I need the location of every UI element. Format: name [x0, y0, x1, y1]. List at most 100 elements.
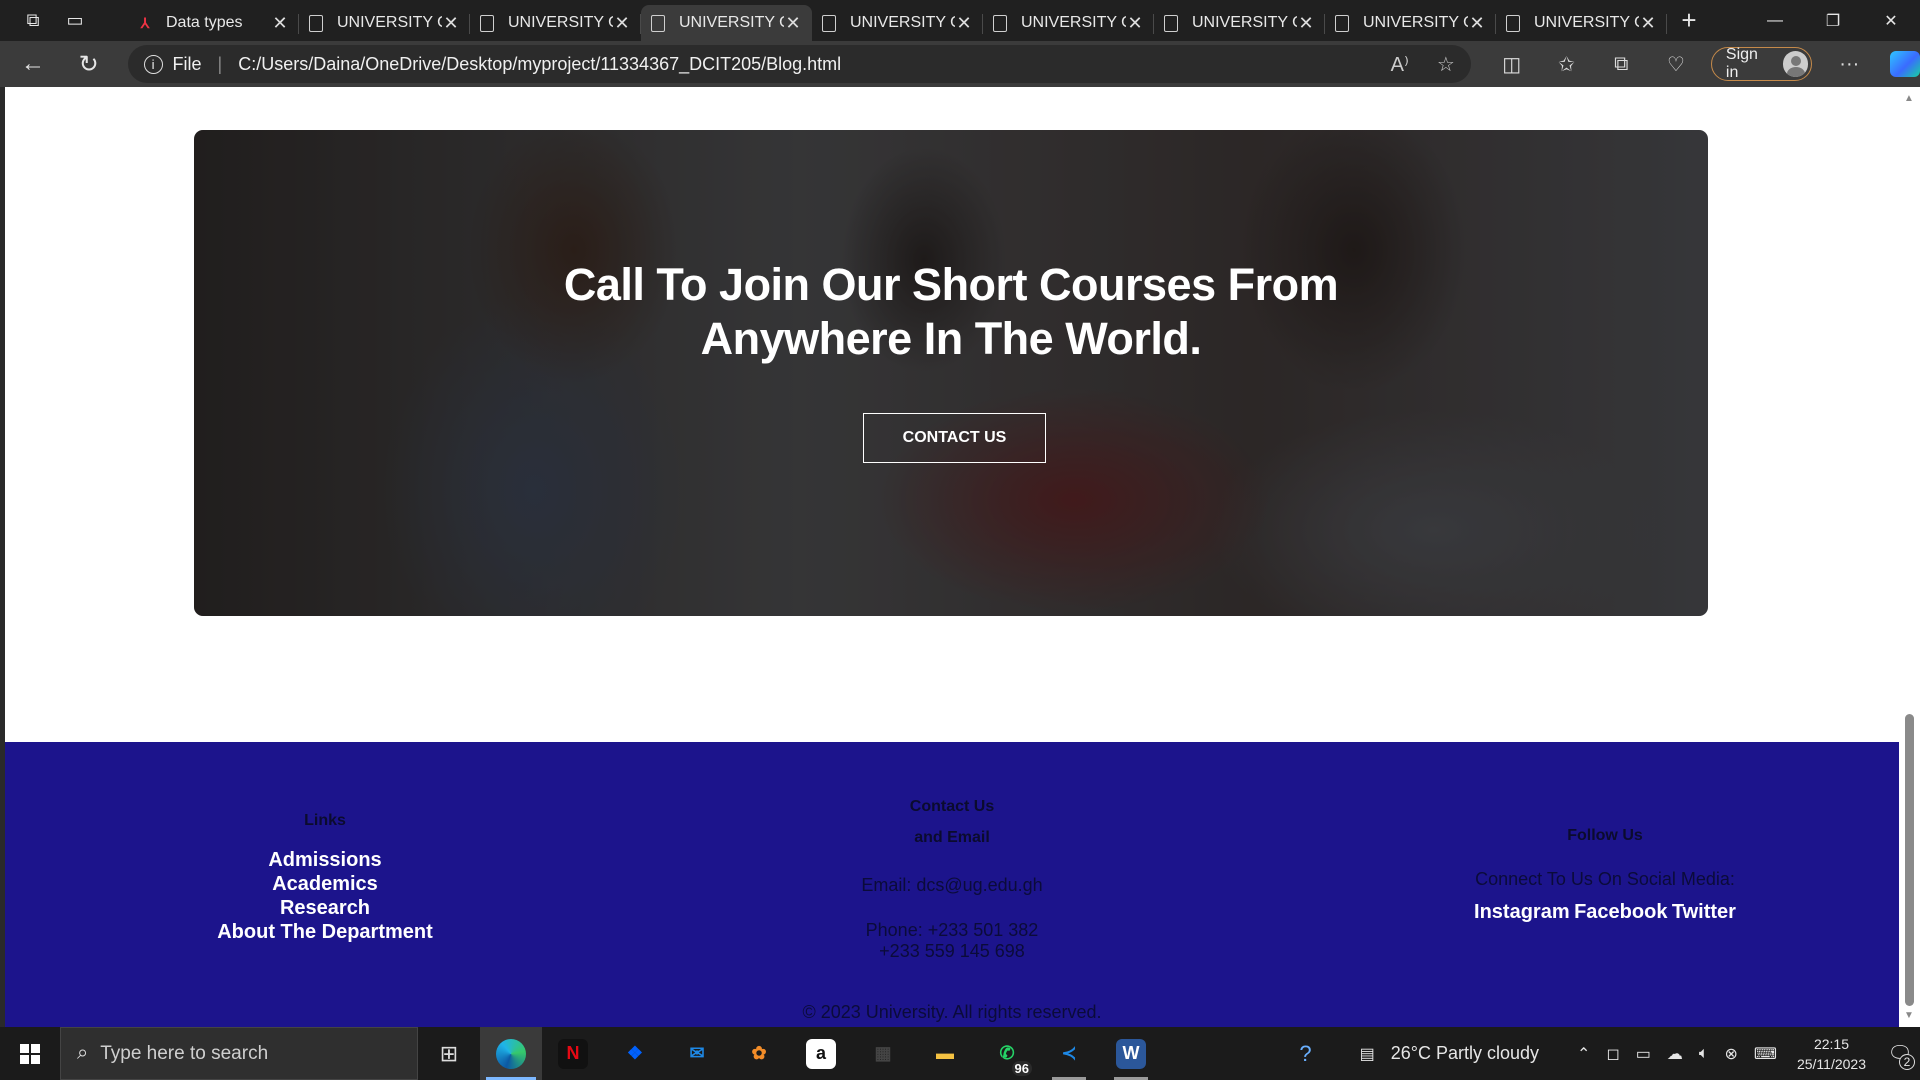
url-text[interactable]: C:/Users/Daina/OneDrive/Desktop/myprojec…: [238, 54, 1362, 75]
minimize-button[interactable]: —: [1746, 0, 1804, 41]
browser-essentials-icon[interactable]: ♡: [1653, 41, 1699, 87]
copilot-icon[interactable]: [1890, 51, 1920, 77]
word-icon: W: [1116, 1038, 1146, 1069]
more-menu-icon[interactable]: ···: [1826, 41, 1872, 87]
contact-us-button[interactable]: CONTACT US: [863, 413, 1046, 463]
browser-tab[interactable]: UNIVERSITY OF✕: [299, 5, 470, 41]
footer-link-admissions[interactable]: Admissions: [185, 848, 465, 872]
amazon-icon: a: [806, 1038, 836, 1069]
contact-phone-1: Phone: +233 501 382: [865, 920, 1039, 940]
clock-date: 25/11/2023: [1796, 1055, 1866, 1072]
browser-tab[interactable]: UNIVERSITY OF✕: [641, 5, 812, 41]
taskbar-app-dropbox[interactable]: ❖: [604, 1027, 666, 1080]
new-tab-button[interactable]: +: [1667, 3, 1711, 39]
clock[interactable]: 22:15 25/11/2023: [1797, 1034, 1866, 1074]
start-button[interactable]: [0, 1027, 60, 1080]
taskbar-app-netflix[interactable]: N: [542, 1027, 604, 1080]
address-bar[interactable]: i File | C:/Users/Daina/OneDrive/Desktop…: [127, 45, 1471, 83]
info-icon[interactable]: i: [143, 54, 163, 74]
scrollbar-thumb[interactable]: [1905, 714, 1914, 1006]
tab-title: UNIVERSITY OF: [1021, 14, 1126, 31]
page-icon: [822, 14, 836, 32]
back-button[interactable]: ←: [10, 41, 56, 87]
browser-tab[interactable]: ⅄ Data types ✕: [128, 5, 299, 41]
show-hidden-icons-icon[interactable]: ⌃: [1577, 1044, 1590, 1064]
taskbar-app-mail[interactable]: ✉: [666, 1027, 728, 1080]
browser-tab[interactable]: UNIVERSITY OF✕: [1154, 5, 1325, 41]
footer-link-research[interactable]: Research: [185, 896, 465, 920]
page-scrollbar[interactable]: ▲ ▼: [1899, 87, 1920, 1027]
follow-heading: Follow Us: [1567, 827, 1643, 844]
notifications-icon[interactable]: 🗨︎ 2: [1880, 1041, 1920, 1070]
sign-in-button[interactable]: Sign in: [1710, 46, 1813, 81]
taskbar-app-file-explorer[interactable]: ▬: [914, 1027, 976, 1080]
browser-tab[interactable]: UNIVERSITY OF✕: [1496, 5, 1667, 41]
footer-link-about[interactable]: About The Department: [185, 920, 465, 944]
network-icon[interactable]: ☁: [1667, 1044, 1683, 1064]
follow-subtitle: Connect To Us On Social Media:: [1475, 869, 1735, 889]
pdf-icon: ⅄: [140, 14, 150, 31]
battery-icon[interactable]: ▭: [1636, 1044, 1651, 1064]
file-explorer-icon: ▬: [936, 1043, 954, 1063]
hero-title: Call To Join Our Short Courses From Anyw…: [194, 258, 1708, 366]
refresh-button[interactable]: ↻: [66, 41, 112, 87]
meet-now-icon[interactable]: ◻: [1606, 1044, 1619, 1064]
browser-tab[interactable]: UNIVERSITY OF✕: [812, 5, 983, 41]
favorite-star-icon[interactable]: ☆: [1437, 52, 1455, 77]
split-screen-icon[interactable]: ◫: [1489, 41, 1535, 87]
close-tab-icon[interactable]: ✕: [442, 13, 460, 34]
taskbar-app-edge[interactable]: [480, 1027, 542, 1080]
social-link-instagram[interactable]: Instagram: [1474, 901, 1570, 923]
mute-status-icon[interactable]: ⊗: [1724, 1044, 1737, 1064]
close-tab-icon[interactable]: ✕: [1468, 13, 1486, 34]
netflix-icon: N: [558, 1038, 588, 1069]
weather-icon[interactable]: ▤: [1360, 1044, 1375, 1064]
workspaces-icon[interactable]: ⧉: [12, 0, 54, 41]
close-tab-icon[interactable]: ✕: [271, 13, 289, 34]
browser-tab[interactable]: UNIVERSITY OF✕: [1325, 5, 1496, 41]
page-icon: [1164, 14, 1178, 32]
favorites-icon[interactable]: ✩: [1544, 41, 1590, 87]
taskbar-app-word[interactable]: W: [1100, 1027, 1162, 1080]
hero-banner: Call To Join Our Short Courses From Anyw…: [194, 130, 1708, 616]
help-icon[interactable]: ?: [1299, 1041, 1311, 1067]
scheme-label: File: [172, 53, 202, 74]
page-icon: [651, 14, 665, 32]
page-icon: [1335, 14, 1349, 32]
close-tab-icon[interactable]: ✕: [613, 13, 631, 34]
browser-tab[interactable]: UNIVERSITY OF✕: [470, 5, 641, 41]
taskbar-app-vscode[interactable]: ≺: [1038, 1027, 1100, 1080]
browser-tab[interactable]: UNIVERSITY OF✕: [983, 5, 1154, 41]
social-link-twitter[interactable]: Twitter: [1672, 901, 1736, 923]
browser-toolbar: ← ↻ i File | C:/Users/Daina/OneDrive/Des…: [0, 41, 1920, 87]
close-tab-icon[interactable]: ✕: [1297, 13, 1315, 34]
scroll-up-icon[interactable]: ▲: [1904, 93, 1914, 104]
app-badge: 96: [1011, 1061, 1032, 1076]
volume-icon[interactable]: 🔈︎: [1699, 1045, 1709, 1063]
weather-text[interactable]: 26°C Partly cloudy: [1391, 1043, 1539, 1064]
taskbar-app-fl-studio[interactable]: ✿: [728, 1027, 790, 1080]
close-tab-icon[interactable]: ✕: [1126, 13, 1144, 34]
page-icon: [480, 14, 494, 32]
taskbar-app-amazon[interactable]: a: [790, 1027, 852, 1080]
close-tab-icon[interactable]: ✕: [1639, 13, 1657, 34]
restore-button[interactable]: ❐: [1804, 0, 1862, 41]
input-language-icon[interactable]: ⌨︎: [1754, 1044, 1777, 1064]
close-window-button[interactable]: ✕: [1862, 0, 1920, 41]
read-aloud-icon[interactable]: A⁾: [1391, 52, 1409, 77]
close-tab-icon[interactable]: ✕: [784, 13, 802, 34]
tab-actions-icon[interactable]: ▭: [54, 0, 96, 41]
contact-heading: Contact Us and Email: [802, 791, 1102, 853]
social-link-facebook[interactable]: Facebook: [1574, 901, 1667, 923]
scroll-down-icon[interactable]: ▼: [1904, 1010, 1914, 1021]
taskbar-app-whatsapp[interactable]: ✆ 96: [976, 1027, 1038, 1080]
close-tab-icon[interactable]: ✕: [955, 13, 973, 34]
footer-link-academics[interactable]: Academics: [185, 872, 465, 896]
task-view-icon[interactable]: ⊞: [418, 1027, 480, 1080]
pinned-apps: N ❖ ✉ ✿ a ▦ ▬ ✆ 96 ≺ W: [480, 1027, 1162, 1080]
notification-count: 2: [1899, 1054, 1915, 1070]
taskbar-app-ms-store[interactable]: ▦: [852, 1027, 914, 1080]
taskbar-search[interactable]: ⌕ Type here to search: [60, 1027, 418, 1080]
collections-icon[interactable]: ⧉: [1598, 41, 1644, 87]
sign-in-label: Sign in: [1725, 46, 1758, 81]
